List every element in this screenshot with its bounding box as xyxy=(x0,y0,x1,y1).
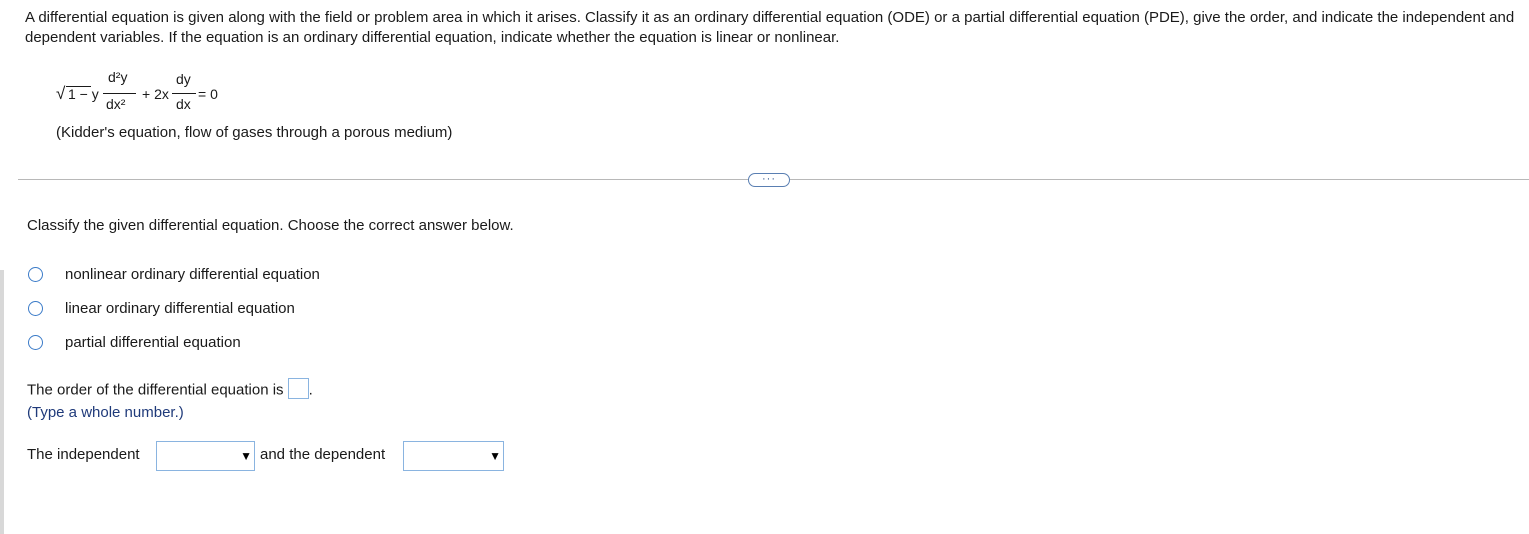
problem-instructions: A differential equation is given along w… xyxy=(25,9,1515,46)
radio-button[interactable] xyxy=(28,301,43,316)
second-derivative-numerator: d²y xyxy=(108,69,128,85)
choice-pde[interactable]: partial differential equation xyxy=(28,334,388,356)
first-derivative-numerator: dy xyxy=(176,71,191,87)
dependent-label: and the dependent xyxy=(260,446,386,463)
left-scroll-indicator xyxy=(0,270,4,534)
order-question: The order of the differential equation i… xyxy=(27,378,313,402)
dropdown-arrow-icon[interactable]: ▼ xyxy=(240,449,252,463)
order-prompt: The order of the differential equation i… xyxy=(27,381,284,399)
question-prompt: Classify the given differential equation… xyxy=(27,217,514,234)
order-hint: (Type a whole number.) xyxy=(27,404,184,421)
equation-source-note: (Kidder's equation, flow of gases throug… xyxy=(56,124,453,141)
fraction-bar-2 xyxy=(172,93,196,94)
choice-label[interactable]: linear ordinary differential equation xyxy=(65,300,295,317)
order-suffix: . xyxy=(308,381,313,399)
independent-label: The independent xyxy=(27,446,140,463)
dropdown-arrow-icon[interactable]: ▼ xyxy=(489,449,501,463)
sqrt-symbol: √ xyxy=(56,84,66,103)
choice-nonlinear-ode[interactable]: nonlinear ordinary differential equation xyxy=(28,266,388,288)
radio-button[interactable] xyxy=(28,335,43,350)
dependent-variable-dropdown[interactable]: ▼ xyxy=(403,441,504,471)
fraction-bar-1 xyxy=(103,93,136,94)
second-derivative-denominator: dx² xyxy=(106,96,126,112)
plus-2x-term: + 2x xyxy=(142,86,169,102)
first-derivative-denominator: dx xyxy=(176,96,191,112)
order-answer-input[interactable] xyxy=(287,378,309,399)
radicand: 1 − y xyxy=(68,86,99,102)
differential-equation: √ 1 − y d²y dx² + 2x dy dx = 0 xyxy=(56,66,256,124)
radio-button[interactable] xyxy=(28,267,43,282)
equals-zero: = 0 xyxy=(198,86,218,102)
choice-label[interactable]: partial differential equation xyxy=(65,334,241,351)
independent-variable-dropdown[interactable]: ▼ xyxy=(156,441,255,471)
choice-linear-ode[interactable]: linear ordinary differential equation xyxy=(28,300,388,322)
more-options-button[interactable]: ··· xyxy=(748,173,790,187)
choice-label[interactable]: nonlinear ordinary differential equation xyxy=(65,266,320,283)
